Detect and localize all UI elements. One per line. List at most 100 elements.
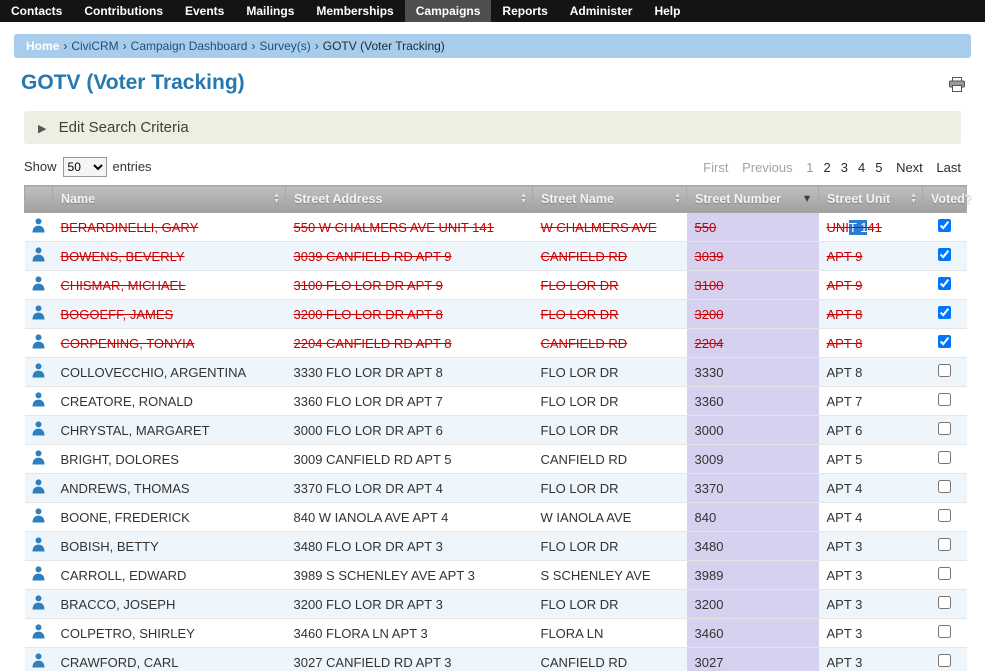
contact-icon[interactable]: [32, 624, 45, 639]
contact-icon[interactable]: [32, 566, 45, 581]
cell-street-number: 3989: [687, 561, 819, 590]
pagination-page-5[interactable]: 5: [875, 160, 882, 175]
cell-street-name: FLO LOR DR: [533, 358, 687, 387]
cell-street-name: FLO LOR DR: [533, 416, 687, 445]
voted-checkbox[interactable]: [938, 567, 951, 580]
contact-icon[interactable]: [32, 537, 45, 552]
contact-icon[interactable]: [32, 305, 45, 320]
contact-icon[interactable]: [32, 479, 45, 494]
cell-street-name: FLORA LN: [533, 619, 687, 648]
contact-icon[interactable]: [32, 392, 45, 407]
column-header-street-address[interactable]: Street Address▲▼: [286, 186, 533, 213]
voted-checkbox[interactable]: [938, 364, 951, 377]
contact-icon[interactable]: [32, 595, 45, 610]
voted-checkbox[interactable]: [938, 509, 951, 522]
cell-street-number: 3200: [687, 300, 819, 329]
nav-item-help[interactable]: Help: [643, 0, 691, 22]
breadcrumb-item[interactable]: Survey(s): [259, 39, 310, 53]
breadcrumb-item[interactable]: CiviCRM: [71, 39, 118, 53]
cell-street-number: 3009: [687, 445, 819, 474]
unit-text: UNI: [827, 220, 849, 235]
nav-item-administer[interactable]: Administer: [559, 0, 644, 22]
voted-checkbox[interactable]: [938, 277, 951, 290]
table-body: BERARDINELLI, GARY550 W CHALMERS AVE UNI…: [25, 213, 967, 671]
cell-contact-icon: [25, 561, 53, 590]
breadcrumb-separator: ›: [63, 39, 67, 53]
cell-street-name: FLO LOR DR: [533, 271, 687, 300]
nav-item-campaigns[interactable]: Campaigns: [405, 0, 492, 22]
voted-checkbox[interactable]: [938, 306, 951, 319]
cell-voted: [923, 271, 967, 300]
cell-contact-icon: [25, 648, 53, 671]
entries-select[interactable]: 50: [63, 157, 107, 177]
voted-checkbox[interactable]: [938, 480, 951, 493]
cell-name: BRIGHT, DOLORES: [53, 445, 286, 474]
cell-name: COLPETRO, SHIRLEY: [53, 619, 286, 648]
contact-icon[interactable]: [32, 653, 45, 668]
nav-item-events[interactable]: Events: [174, 0, 235, 22]
contact-icon[interactable]: [32, 218, 45, 233]
cell-street-address: 3460 FLORA LN APT 3: [286, 619, 533, 648]
pagination-last[interactable]: Last: [936, 160, 961, 175]
nav-item-contacts[interactable]: Contacts: [0, 0, 73, 22]
cell-voted: [923, 561, 967, 590]
contact-icon[interactable]: [32, 276, 45, 291]
cell-street-number: 3200: [687, 590, 819, 619]
cell-street-number: 550: [687, 213, 819, 242]
voted-checkbox[interactable]: [938, 335, 951, 348]
voted-checkbox[interactable]: [938, 654, 951, 667]
page-title: GOTV (Voter Tracking): [21, 71, 245, 95]
sort-icon: ▲▼: [273, 193, 280, 205]
nav-item-memberships[interactable]: Memberships: [305, 0, 404, 22]
nav-item-reports[interactable]: Reports: [491, 0, 558, 22]
cell-street-address: 3480 FLO LOR DR APT 3: [286, 532, 533, 561]
edit-search-criteria-toggle[interactable]: ▶ Edit Search Criteria: [24, 111, 961, 144]
column-header-street-name[interactable]: Street Name▲▼: [533, 186, 687, 213]
table-row: BERARDINELLI, GARY550 W CHALMERS AVE UNI…: [25, 213, 967, 242]
cell-street-name: W CHALMERS AVE: [533, 213, 687, 242]
voted-checkbox[interactable]: [938, 451, 951, 464]
edit-search-criteria-label: Edit Search Criteria: [59, 119, 189, 136]
table-row: CORPENING, TONYIA2204 CANFIELD RD APT 8C…: [25, 329, 967, 358]
breadcrumb-item[interactable]: Campaign Dashboard: [131, 39, 248, 53]
column-header-name[interactable]: Name▲▼: [53, 186, 286, 213]
pagination-page-3[interactable]: 3: [841, 160, 848, 175]
cell-street-name: FLO LOR DR: [533, 532, 687, 561]
voted-checkbox[interactable]: [938, 219, 951, 232]
voted-checkbox[interactable]: [938, 596, 951, 609]
voted-checkbox[interactable]: [938, 393, 951, 406]
column-header-street-unit[interactable]: Street Unit▲▼: [819, 186, 923, 213]
breadcrumb-separator: ›: [251, 39, 255, 53]
column-label: Street Number: [695, 192, 781, 206]
voted-checkbox[interactable]: [938, 538, 951, 551]
contact-icon[interactable]: [32, 363, 45, 378]
cell-street-unit: APT 8: [819, 358, 923, 387]
cell-voted: [923, 590, 967, 619]
column-header-street-number[interactable]: Street Number▼: [687, 186, 819, 213]
table-row: BRACCO, JOSEPH3200 FLO LOR DR APT 3FLO L…: [25, 590, 967, 619]
nav-item-mailings[interactable]: Mailings: [235, 0, 305, 22]
contact-icon[interactable]: [32, 450, 45, 465]
cell-name: COLLOVECCHIO, ARGENTINA: [53, 358, 286, 387]
contact-icon[interactable]: [32, 334, 45, 349]
voted-checkbox[interactable]: [938, 422, 951, 435]
pagination-page-4[interactable]: 4: [858, 160, 865, 175]
pagination-previous[interactable]: Previous: [742, 160, 793, 175]
cell-street-number: 3000: [687, 416, 819, 445]
print-icon[interactable]: [949, 77, 965, 97]
cell-street-address: 550 W CHALMERS AVE UNIT 141: [286, 213, 533, 242]
contact-icon[interactable]: [32, 508, 45, 523]
pagination-first[interactable]: First: [703, 160, 728, 175]
voted-checkbox[interactable]: [938, 248, 951, 261]
pagination-page-2[interactable]: 2: [824, 160, 831, 175]
nav-item-contributions[interactable]: Contributions: [73, 0, 174, 22]
contact-icon[interactable]: [32, 247, 45, 262]
cell-street-unit: APT 3: [819, 590, 923, 619]
cell-street-number: 840: [687, 503, 819, 532]
pagination-page-1[interactable]: 1: [806, 160, 813, 175]
contact-icon[interactable]: [32, 421, 45, 436]
breadcrumb-item[interactable]: Home: [26, 39, 59, 53]
pagination-next[interactable]: Next: [896, 160, 923, 175]
voted-checkbox[interactable]: [938, 625, 951, 638]
show-label: Show: [24, 159, 57, 174]
